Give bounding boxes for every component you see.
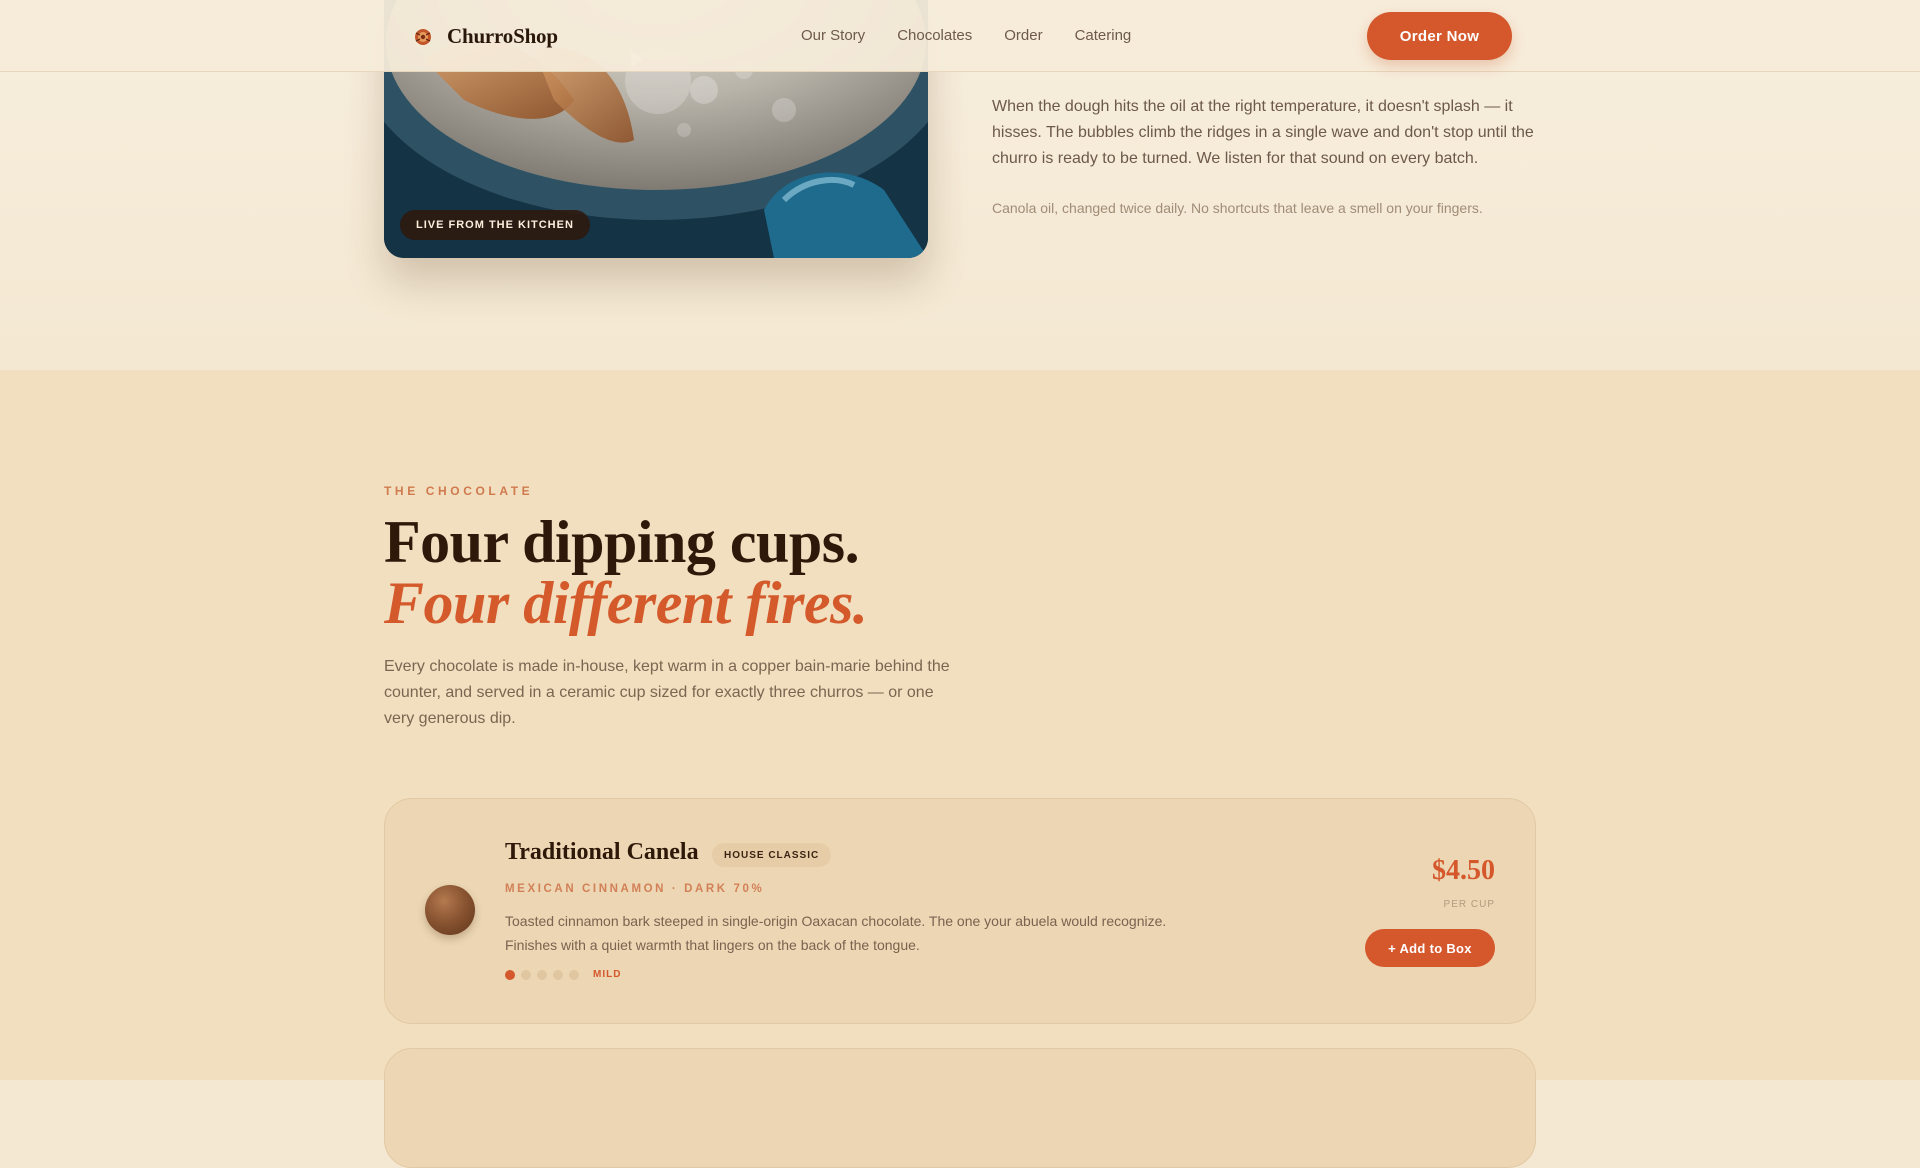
- heat-label: MILD: [593, 969, 622, 980]
- main-nav: Our Story Chocolates Order Catering: [801, 27, 1131, 44]
- section-eyebrow: THE CHOCOLATE: [384, 484, 534, 498]
- nav-catering[interactable]: Catering: [1075, 27, 1132, 44]
- product-card: Traditional Canela HOUSE CLASSIC MEXICAN…: [384, 798, 1536, 1024]
- product-origin: MEXICAN CINNAMON · DARK 70%: [505, 883, 765, 895]
- chocolate-cup-image: [425, 885, 475, 935]
- section-intro: Every chocolate is made in-house, kept w…: [384, 658, 950, 727]
- headline-line-1: Four dipping cups.: [384, 509, 860, 575]
- section-headline: Four dipping cups. Four different fires.: [384, 509, 868, 636]
- product-price: $4.50: [1432, 855, 1495, 886]
- product-name: Traditional Canela: [505, 839, 699, 865]
- heat-dot: [553, 969, 563, 980]
- nav-chocolates[interactable]: Chocolates: [897, 27, 972, 44]
- heat-dot: [569, 969, 579, 980]
- product-badge: HOUSE CLASSIC: [712, 843, 832, 867]
- frying-description: When the dough hits the oil at the right…: [992, 98, 1534, 167]
- product-card-next: [384, 1048, 1536, 1168]
- brand-logo[interactable]: ChurroShop: [413, 24, 558, 49]
- oil-note: Canola oil, changed twice daily. No shor…: [992, 200, 1483, 216]
- live-badge: LIVE FROM THE KITCHEN: [400, 210, 590, 240]
- order-now-button[interactable]: Order Now: [1367, 12, 1512, 60]
- heat-dot: [537, 969, 547, 980]
- brand-name: ChurroShop: [447, 24, 558, 48]
- site-header: ChurroShop Our Story Chocolates Order Ca…: [0, 0, 1920, 72]
- heat-dot: [505, 969, 515, 980]
- product-description: Toasted cinnamon bark steeped in single-…: [505, 913, 1167, 953]
- headline-line-2: Four different fires.: [384, 570, 868, 636]
- heat-meter: MILD: [505, 969, 621, 980]
- heat-dot: [521, 969, 531, 980]
- nav-order[interactable]: Order: [1004, 27, 1042, 44]
- price-unit: PER CUP: [1443, 899, 1495, 910]
- chocolate-section: THE CHOCOLATE Four dipping cups. Four di…: [0, 370, 1920, 1168]
- add-to-box-button[interactable]: + Add to Box: [1365, 929, 1495, 967]
- churro-logo-icon: [415, 28, 431, 45]
- nav-our-story[interactable]: Our Story: [801, 27, 865, 44]
